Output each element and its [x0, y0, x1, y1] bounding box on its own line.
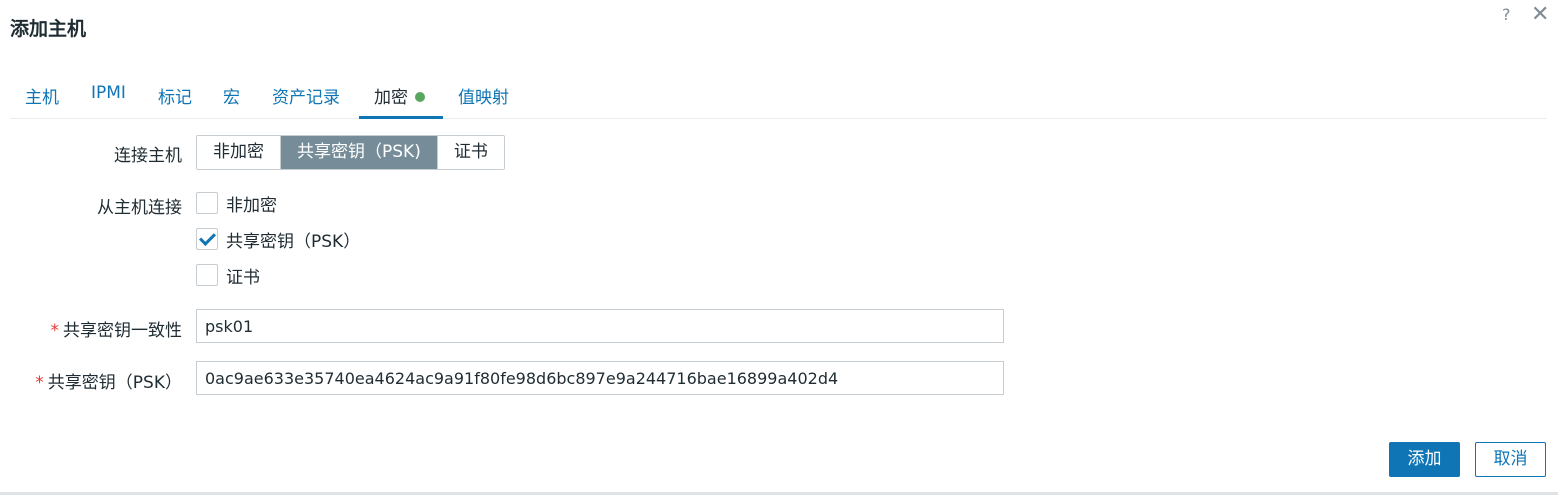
required-mark: * — [50, 321, 60, 341]
add-button[interactable]: 添加 — [1389, 442, 1460, 477]
add-host-dialog: 添加主机 ? ✕ 主机 IPMI 标记 宏 资产记录 加密 值映射 连接主机 非… — [0, 0, 1558, 495]
from-unencrypted-label: 非加密 — [226, 195, 277, 216]
tab-encryption-label: 加密 — [374, 88, 408, 108]
tab-value-mapping[interactable]: 值映射 — [458, 83, 509, 108]
from-psk-label: 共享密钥（PSK） — [226, 231, 361, 252]
tab-tags[interactable]: 标记 — [158, 83, 192, 108]
connections-from-host-label: 从主机连接 — [97, 198, 182, 218]
connect-psk-option[interactable]: 共享密钥（PSK) — [281, 136, 438, 169]
tab-host[interactable]: 主机 — [25, 83, 59, 108]
help-icon[interactable]: ? — [1502, 5, 1511, 24]
close-icon[interactable]: ✕ — [1531, 2, 1549, 27]
connections-to-host-segmented: 非加密 共享密钥（PSK) 证书 — [196, 135, 505, 170]
cancel-button[interactable]: 取消 — [1475, 442, 1546, 477]
psk-input[interactable] — [196, 361, 1004, 395]
from-psk-checkbox[interactable] — [196, 228, 218, 250]
connect-unencrypted-option[interactable]: 非加密 — [197, 136, 281, 169]
from-unencrypted-checkbox[interactable] — [196, 192, 218, 214]
tab-bar: 主机 IPMI 标记 宏 资产记录 加密 值映射 — [10, 80, 1547, 119]
psk-identity-input[interactable] — [196, 309, 1004, 343]
from-unencrypted-checkbox-row[interactable]: 非加密 — [196, 191, 277, 216]
required-mark: * — [35, 373, 44, 393]
tab-ipmi[interactable]: IPMI — [91, 83, 126, 103]
from-psk-checkbox-row[interactable]: 共享密钥（PSK） — [196, 227, 361, 252]
tab-encryption[interactable]: 加密 — [374, 83, 425, 108]
tab-macros[interactable]: 宏 — [223, 83, 240, 108]
dialog-title: 添加主机 — [10, 18, 87, 40]
psk-identity-label: * 共享密钥一致性 — [51, 316, 183, 341]
status-dot-icon — [415, 92, 425, 102]
connections-to-host-label: 连接主机 — [114, 146, 182, 166]
active-tab-indicator — [359, 116, 443, 119]
connect-certificate-option[interactable]: 证书 — [437, 136, 504, 169]
from-certificate-checkbox[interactable] — [196, 264, 218, 286]
from-certificate-label: 证书 — [226, 267, 260, 288]
from-certificate-checkbox-row[interactable]: 证书 — [196, 263, 260, 288]
psk-label-text: 共享密钥（PSK） — [47, 373, 182, 393]
psk-identity-label-text: 共享密钥一致性 — [63, 321, 182, 341]
psk-label: * 共享密钥（PSK） — [35, 368, 182, 393]
tab-inventory[interactable]: 资产记录 — [272, 83, 340, 108]
